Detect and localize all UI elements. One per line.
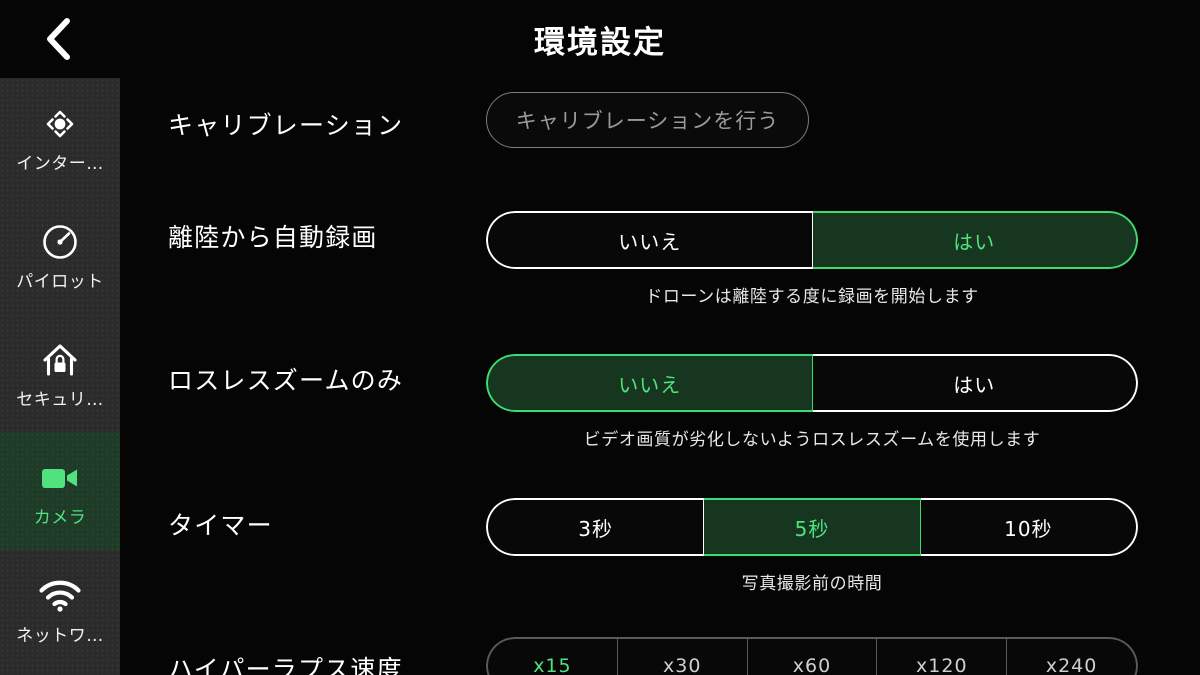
- segment-option[interactable]: x30: [617, 637, 748, 675]
- sidebar-item-security[interactable]: セキュリ…: [0, 314, 120, 432]
- segment-option[interactable]: 3秒: [486, 498, 705, 556]
- sidebar-item-pilot[interactable]: パイロット: [0, 196, 120, 314]
- segment-option[interactable]: x60: [747, 637, 878, 675]
- app-header: 環境設定: [0, 0, 1200, 78]
- segment-option[interactable]: いいえ: [486, 211, 813, 269]
- house-lock-icon: [37, 337, 83, 383]
- sidebar-item-label: インター…: [16, 154, 104, 174]
- sidebar-item-network[interactable]: ネットワ…: [0, 550, 120, 668]
- run-calibration-button[interactable]: キャリブレーションを行う: [486, 92, 809, 148]
- sidebar-item-label: カメラ: [33, 508, 87, 528]
- setting-row-auto-record: 離陸から自動録画 いいえ はい ドローンは離陸する度に録画を開始します: [120, 178, 1200, 318]
- lossless-zoom-segmented-control[interactable]: いいえ はい: [486, 354, 1138, 412]
- preferences-screen: 環境設定 インター… パイロット セキュリ… カメラ ネットワ… キャリブレーシ…: [0, 0, 1200, 675]
- segment-option-selected[interactable]: 5秒: [704, 498, 921, 556]
- sidebar-item-interaction[interactable]: インター…: [0, 78, 120, 196]
- timer-segmented-control[interactable]: 3秒 5秒 10秒: [486, 498, 1138, 556]
- row-label: ハイパーラプス速度: [168, 655, 403, 675]
- row-label: タイマー: [168, 511, 273, 540]
- sidebar-item-label: パイロット: [16, 272, 104, 292]
- segment-option-selected[interactable]: いいえ: [486, 354, 813, 412]
- row-label: ロスレスズームのみ: [168, 366, 404, 395]
- hyperlapse-segmented-control[interactable]: x15 x30 x60 x120 x240: [486, 637, 1138, 675]
- sidebar-item-camera[interactable]: カメラ: [0, 432, 120, 550]
- segment-option[interactable]: はい: [812, 354, 1138, 412]
- sidebar-item-label: ネットワ…: [16, 626, 104, 646]
- row-hint: ドローンは離陸する度に録画を開始します: [645, 287, 979, 307]
- sidebar: インター… パイロット セキュリ… カメラ ネットワ…: [0, 78, 120, 675]
- gauge-icon: [37, 219, 83, 265]
- segment-option[interactable]: 10秒: [920, 498, 1138, 556]
- row-hint: 写真撮影前の時間: [741, 574, 883, 594]
- auto-record-segmented-control[interactable]: いいえ はい: [486, 211, 1138, 269]
- row-label: キャリブレーション: [168, 111, 404, 140]
- segment-option[interactable]: x120: [877, 637, 1008, 675]
- page-title: 環境設定: [534, 24, 666, 61]
- row-hint: ビデオ画質が劣化しないようロスレスズームを使用します: [583, 430, 1041, 450]
- segment-option-selected[interactable]: x15: [486, 637, 618, 675]
- segment-option[interactable]: x240: [1007, 637, 1138, 675]
- setting-row-timer: タイマー 3秒 5秒 10秒 写真撮影前の時間: [120, 466, 1200, 608]
- sidebar-item-label: セキュリ…: [16, 390, 104, 410]
- dpad-icon: [37, 101, 83, 147]
- setting-row-hyperlapse-speed: ハイパーラプス速度 x15 x30 x60 x120 x240: [120, 608, 1200, 675]
- wifi-icon: [37, 573, 83, 619]
- video-camera-icon: [37, 455, 83, 501]
- segment-option-selected[interactable]: はい: [812, 211, 1138, 269]
- setting-row-calibration: キャリブレーション キャリブレーションを行う: [120, 78, 1200, 178]
- settings-list: キャリブレーション キャリブレーションを行う 離陸から自動録画 いいえ はい ド…: [120, 78, 1200, 675]
- row-label: 離陸から自動録画: [168, 223, 378, 252]
- setting-row-lossless-zoom: ロスレスズームのみ いいえ はい ビデオ画質が劣化しないようロスレスズームを使用…: [120, 321, 1200, 463]
